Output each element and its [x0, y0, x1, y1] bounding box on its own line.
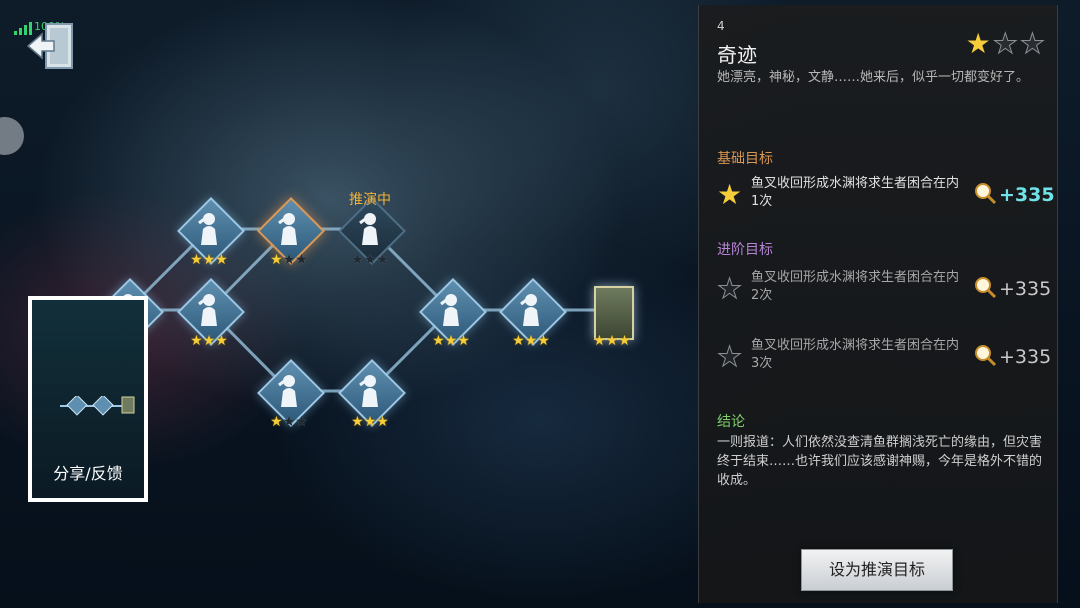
goal-item: ★ 鱼叉收回形成水渊将求生者困合在内3次 +335 — [716, 337, 1051, 381]
star-icon: ★ — [618, 333, 631, 349]
node-stars: ★★★ — [190, 253, 228, 267]
character-silhouette-icon — [519, 292, 543, 330]
conclusion-text: 一则报道：人们依然没查清鱼群搁浅死亡的缘由，但灾害终于结束……也许我们应该感谢神… — [717, 435, 1043, 488]
rating-star-icon: ★ — [1019, 27, 1047, 61]
star-icon: ★ — [376, 414, 389, 430]
goal-star-icon: ★ — [716, 340, 743, 373]
node-stars: ★★★ — [351, 415, 389, 429]
basic-goal-heading: 基础目标 — [717, 151, 773, 167]
star-icon: ★ — [351, 414, 364, 430]
star-icon: ★ — [202, 252, 216, 268]
reward-value: +335 — [999, 278, 1052, 300]
detail-panel: 4 奇迹 ★★★ 她漂亮，神秘，文静……她来后，似乎一切都变好了。 基础目标 ★… — [698, 5, 1058, 603]
in-progress-label: 推演中 — [349, 192, 391, 208]
tree-node-end[interactable]: ★★★ — [580, 278, 644, 348]
conclusion-heading: 结论 — [717, 414, 745, 430]
character-silhouette-icon — [277, 373, 301, 411]
character-silhouette-icon — [277, 211, 301, 249]
magnifier-clue-icon — [973, 275, 997, 303]
character-silhouette-icon — [358, 373, 382, 411]
goal-item: ★ 鱼叉收回形成水渊将求生者困合在内1次 +335 — [717, 175, 1055, 219]
star-icon: ★ — [215, 333, 228, 349]
set-deduction-target-button[interactable]: 设为推演目标 — [801, 549, 953, 591]
tree-node-c2[interactable]: ★★★ — [338, 359, 406, 429]
tree-node-a1[interactable]: ★★★ — [177, 197, 245, 267]
character-silhouette-icon — [358, 211, 382, 249]
share-feedback-label: 分享/反馈 — [53, 464, 123, 483]
character-silhouette-icon — [439, 292, 463, 330]
goal-text: 鱼叉收回形成水渊将求生者困合在内1次 — [751, 176, 960, 209]
star-icon: ★ — [363, 252, 377, 268]
node-stars: ★★★ — [432, 334, 470, 348]
goal-text: 鱼叉收回形成水渊将求生者困合在内2次 — [751, 270, 960, 303]
star-icon: ★ — [376, 252, 389, 268]
tree-node-a2[interactable]: ★★★ — [257, 197, 325, 267]
node-stars: ★★★ — [351, 253, 389, 267]
node-stars: ★★★ — [270, 253, 308, 267]
star-icon: ★ — [457, 333, 470, 349]
node-stars: ★★★ — [593, 334, 631, 348]
mini-tree-preview — [60, 396, 135, 416]
star-icon: ★ — [537, 333, 550, 349]
rating-star-icon: ★ — [965, 27, 993, 60]
magnifier-clue-icon — [973, 181, 997, 209]
goal-star-icon: ★ — [716, 272, 743, 305]
star-icon: ★ — [282, 414, 296, 430]
goal-reward: +335 — [973, 275, 1051, 303]
deduction-number: 4 — [717, 19, 725, 33]
tree-node-m1[interactable]: ★★★ — [419, 278, 487, 348]
goal-star-icon: ★ — [717, 178, 743, 211]
star-icon: ★ — [215, 252, 228, 268]
star-icon: ★ — [190, 252, 203, 268]
node-stars: ★★★ — [512, 334, 550, 348]
character-card-icon — [594, 286, 634, 340]
star-icon: ★ — [282, 252, 296, 268]
advanced-goal-heading: 进阶目标 — [717, 242, 773, 258]
tree-node-a3[interactable]: ★★★ 推演中 — [338, 192, 406, 267]
rating-star-icon: ★ — [992, 27, 1020, 61]
star-icon: ★ — [295, 252, 308, 268]
reward-value: +335 — [999, 346, 1052, 368]
star-icon: ★ — [524, 333, 538, 349]
reward-value: +335 — [999, 184, 1055, 206]
star-icon: ★ — [270, 414, 283, 430]
star-icon: ★ — [444, 333, 458, 349]
node-stars: ★★★ — [270, 415, 308, 429]
deduction-description: 她漂亮，神秘，文静……她来后，似乎一切都变好了。 — [717, 70, 1030, 85]
star-icon: ★ — [432, 333, 445, 349]
node-stars: ★★★ — [190, 334, 228, 348]
star-icon: ★ — [202, 333, 216, 349]
star-icon: ★ — [295, 414, 308, 430]
star-icon: ★ — [512, 333, 525, 349]
deduction-star-rating: ★★★ — [965, 27, 1047, 61]
goal-item: ★ 鱼叉收回形成水渊将求生者困合在内2次 +335 — [716, 269, 1051, 313]
goal-reward: +335 — [973, 343, 1051, 371]
magnifier-clue-icon — [973, 343, 997, 371]
deduction-title: 奇迹 — [717, 43, 757, 67]
goal-reward: +335 — [973, 181, 1055, 209]
star-icon: ★ — [270, 252, 283, 268]
tree-node-b1[interactable]: ★★★ — [177, 278, 245, 348]
character-silhouette-icon — [197, 211, 221, 249]
star-icon: ★ — [605, 333, 619, 349]
goal-text: 鱼叉收回形成水渊将求生者困合在内3次 — [751, 338, 960, 371]
tree-node-m2[interactable]: ★★★ — [499, 278, 567, 348]
star-icon: ★ — [351, 252, 364, 268]
character-silhouette-icon — [197, 292, 221, 330]
share-feedback-thumbnail[interactable]: 分享/反馈 — [28, 296, 148, 502]
star-icon: ★ — [190, 333, 203, 349]
tree-node-c1[interactable]: ★★★ — [257, 359, 325, 429]
star-icon: ★ — [593, 333, 606, 349]
star-icon: ★ — [363, 414, 377, 430]
